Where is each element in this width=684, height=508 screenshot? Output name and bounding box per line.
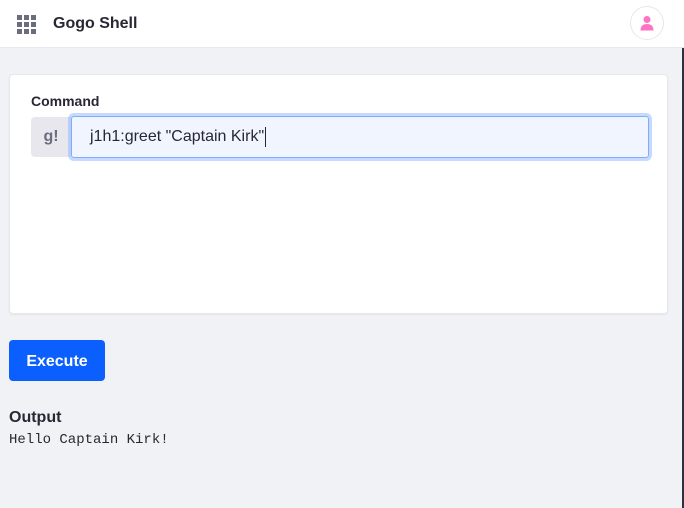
command-prefix: g! bbox=[31, 117, 71, 157]
command-input-value: j1h1:greet "Captain Kirk" bbox=[90, 128, 265, 145]
execute-button[interactable]: Execute bbox=[9, 340, 105, 381]
user-avatar-button[interactable] bbox=[630, 6, 664, 40]
command-label: Command bbox=[31, 93, 100, 109]
text-caret bbox=[265, 126, 267, 147]
top-navigation-bar: Gogo Shell bbox=[0, 0, 684, 48]
user-icon bbox=[640, 16, 654, 31]
command-input-group: g! j1h1:greet "Captain Kirk" bbox=[31, 113, 652, 161]
command-card: Command g! j1h1:greet "Captain Kirk" bbox=[9, 74, 668, 314]
page-title: Gogo Shell bbox=[53, 15, 138, 32]
apps-grid-icon[interactable] bbox=[17, 15, 37, 35]
output-label: Output bbox=[9, 409, 62, 426]
command-input[interactable]: j1h1:greet "Captain Kirk" bbox=[68, 113, 652, 161]
output-text: Hello Captain Kirk! bbox=[9, 432, 169, 448]
